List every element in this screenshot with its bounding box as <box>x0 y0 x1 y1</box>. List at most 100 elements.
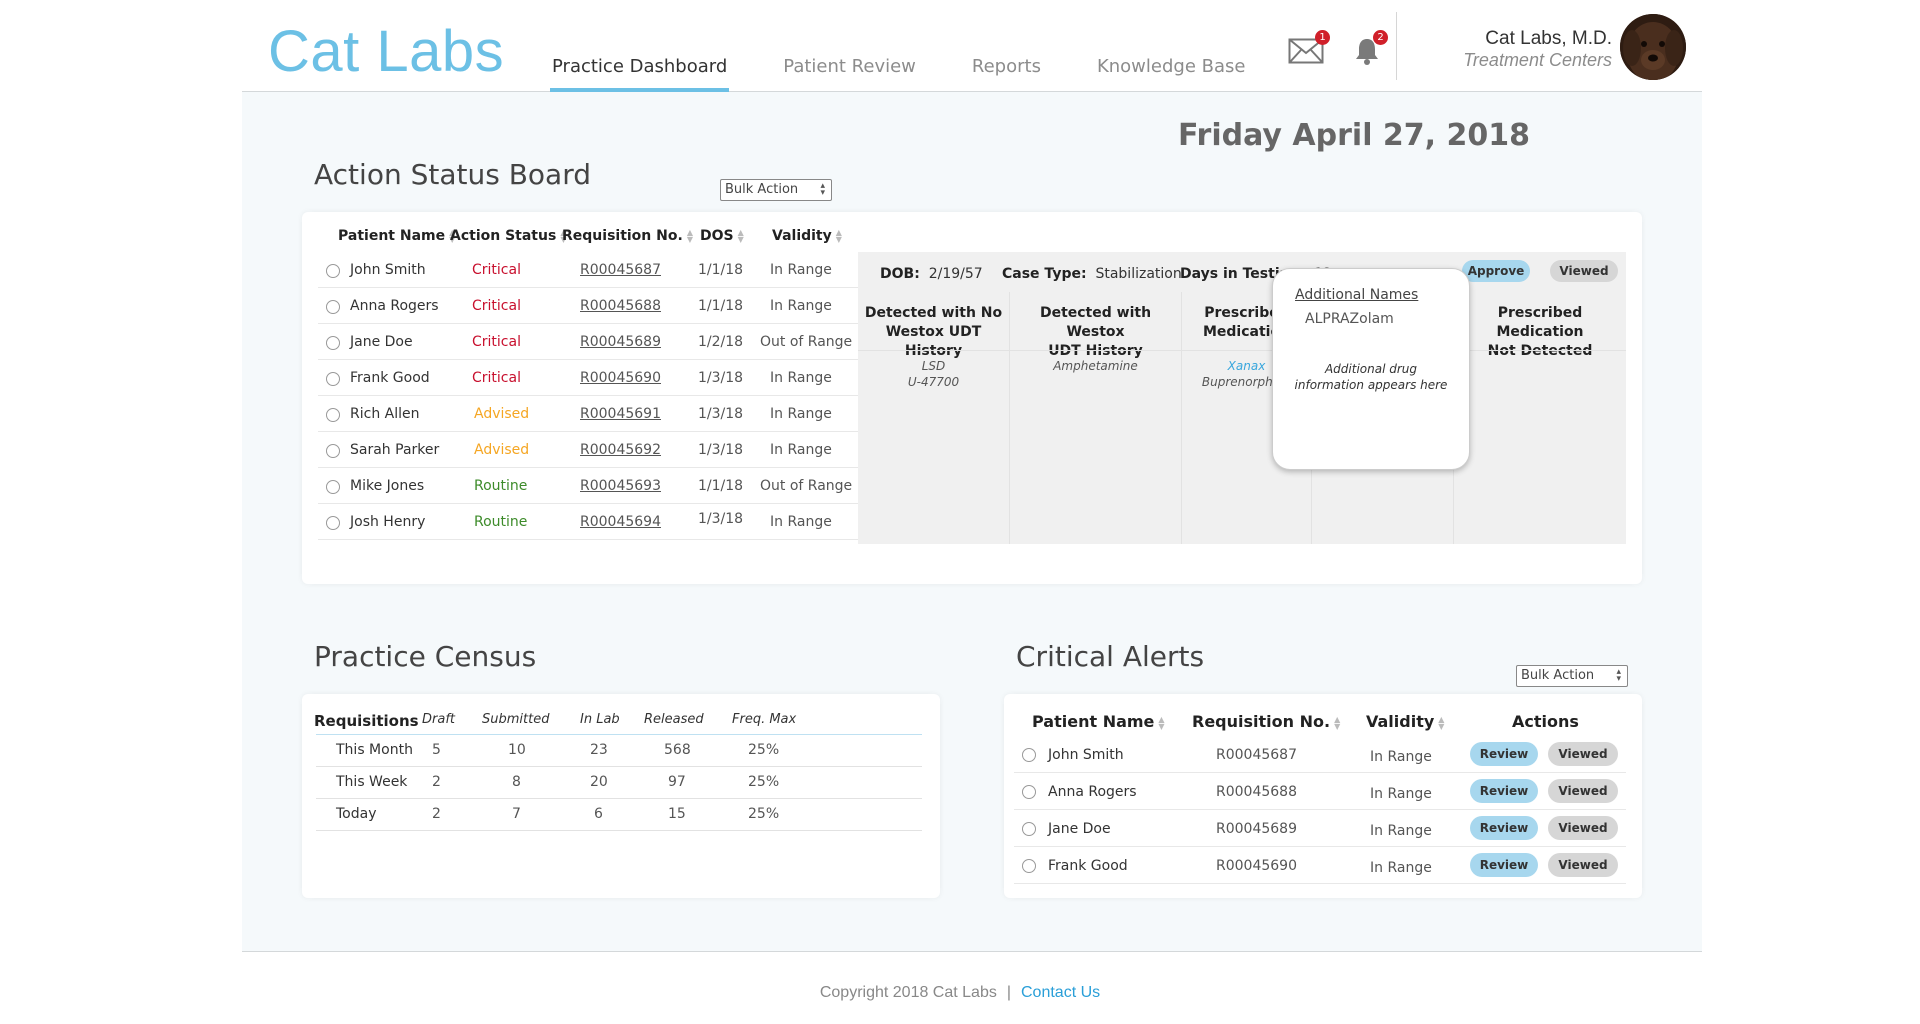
review-button[interactable]: Review <box>1470 816 1538 840</box>
detail-columns: Detected with No Westox UDT History LSD U-… <box>858 292 1626 544</box>
row-radio[interactable] <box>326 516 340 530</box>
validity: Out of Range <box>760 334 853 350</box>
patient-name: Rich Allen <box>350 406 420 422</box>
asb-bulk-action-label: Bulk Action <box>725 182 799 197</box>
table-row[interactable]: Sarah Parker Advised R00045692 1/3/18 In… <box>318 432 858 468</box>
census-submitted: 10 <box>508 742 526 758</box>
validity: In Range <box>1370 786 1432 802</box>
col-requisition-no[interactable]: Requisition No. ▲ ▼ <box>562 228 693 244</box>
asb-bulk-action-select[interactable]: Bulk Action ▴ ▾ <box>720 179 832 201</box>
ca-bulk-action-select[interactable]: Bulk Action ▴ ▾ <box>1516 665 1628 687</box>
requisition-link[interactable]: R00045691 <box>580 406 661 422</box>
nav-knowledge-base[interactable]: Knowledge Base <box>1097 56 1246 92</box>
row-radio[interactable] <box>326 264 340 278</box>
patient-name: Anna Rogers <box>1048 784 1137 800</box>
viewed-button[interactable]: Viewed <box>1548 853 1618 877</box>
requisition-link[interactable]: R00045692 <box>580 442 661 458</box>
col-action-status[interactable]: Action Status ▲ ▼ <box>450 228 566 244</box>
col-released: Released <box>644 712 704 727</box>
col-patient-name[interactable]: Patient Name ▲ ▼ <box>1032 712 1165 731</box>
row-radio[interactable] <box>1022 859 1036 873</box>
row-radio[interactable] <box>1022 748 1036 762</box>
nav-practice-dashboard[interactable]: Practice Dashboard <box>549 56 730 92</box>
col-requisitions: Requisitions <box>314 712 419 730</box>
dos: 1/1/18 <box>698 478 744 494</box>
row-radio[interactable] <box>326 408 340 422</box>
patient-name: Sarah Parker <box>350 442 440 458</box>
row-radio[interactable] <box>326 372 340 386</box>
requisition-link[interactable]: R00045690 <box>580 370 661 386</box>
sort-icon: ▲ ▼ <box>686 228 693 244</box>
table-row[interactable]: Frank Good R00045690 In Range Review Vie… <box>1014 847 1626 884</box>
avatar[interactable] <box>1620 14 1686 80</box>
table-row[interactable]: Rich Allen Advised R00045691 1/3/18 In R… <box>318 396 858 432</box>
row-radio[interactable] <box>1022 822 1036 836</box>
requisition-link[interactable]: R00045688 <box>580 298 661 314</box>
sort-icon: ▲ ▼ <box>1158 714 1165 731</box>
viewed-button[interactable]: Viewed <box>1550 260 1618 282</box>
sort-icon: ▲ ▼ <box>737 228 744 244</box>
col-requisition-no[interactable]: Requisition No. ▲ ▼ <box>1192 712 1340 731</box>
row-radio[interactable] <box>326 480 340 494</box>
row-radio[interactable] <box>1022 785 1036 799</box>
table-row[interactable]: Frank Good Critical R00045690 1/3/18 In … <box>318 360 858 396</box>
requisition-no: R00045688 <box>1216 784 1297 800</box>
approve-button[interactable]: Approve <box>1462 260 1530 282</box>
table-row[interactable]: Anna Rogers Critical R00045688 1/1/18 In… <box>318 288 858 324</box>
row-radio[interactable] <box>326 336 340 350</box>
col-validity[interactable]: Validity ▲ ▼ <box>772 228 842 244</box>
user-name: Cat Labs, M.D. <box>1485 28 1612 49</box>
table-row[interactable]: Mike Jones Routine R00045693 1/1/18 Out … <box>318 468 858 504</box>
col-validity[interactable]: Validity ▲ ▼ <box>1366 712 1444 731</box>
action-status: Critical <box>472 334 521 350</box>
table-row[interactable]: John Smith Critical R00045687 1/1/18 In … <box>318 252 858 288</box>
viewed-button[interactable]: Viewed <box>1548 742 1618 766</box>
select-caret-icon: ▴ ▾ <box>1616 667 1621 684</box>
detail-col-not-detected: Prescribed Medication Not Detected <box>1454 292 1626 544</box>
col-patient-name[interactable]: Patient Name ▲ ▼ <box>338 228 455 244</box>
review-button[interactable]: Review <box>1470 779 1538 803</box>
row-radio[interactable] <box>326 300 340 314</box>
col-in-lab: In Lab <box>580 712 620 727</box>
critical-alerts: Patient Name ▲ ▼ Requisition No. ▲ ▼ Validit… <box>1004 694 1642 898</box>
popup-title[interactable]: Additional Names <box>1295 287 1418 303</box>
viewed-button[interactable]: Viewed <box>1548 779 1618 803</box>
requisition-link[interactable]: R00045687 <box>580 262 661 278</box>
viewed-button[interactable]: Viewed <box>1548 816 1618 840</box>
requisition-link[interactable]: R00045689 <box>580 334 661 350</box>
census-freq: 25% <box>748 774 780 790</box>
patient-name: Jane Doe <box>350 334 413 350</box>
col-dos[interactable]: DOS ▲ ▼ <box>700 228 744 244</box>
contact-us-link[interactable]: Contact Us <box>1021 984 1100 1001</box>
review-button[interactable]: Review <box>1470 742 1538 766</box>
drug-link[interactable]: Xanax <box>1228 359 1266 373</box>
nav-reports[interactable]: Reports <box>972 56 1041 92</box>
row-radio[interactable] <box>326 444 340 458</box>
notifications-button[interactable]: 2 <box>1352 30 1392 66</box>
validity: In Range <box>770 442 832 458</box>
table-row[interactable]: Josh Henry Routine R00045694 1/3/18 In R… <box>318 504 858 540</box>
app-header: Cat Labs Practice Dashboard Patient Revi… <box>242 0 1702 92</box>
popup-info: Additional drug information appears here <box>1294 362 1448 392</box>
review-button[interactable]: Review <box>1470 853 1538 877</box>
census-draft: 5 <box>432 742 441 758</box>
ca-bulk-action-label: Bulk Action <box>1521 668 1595 683</box>
table-row[interactable]: John Smith R00045687 In Range Review Vie… <box>1014 736 1626 773</box>
validity: In Range <box>1370 749 1432 765</box>
mail-button[interactable]: 1 <box>1288 30 1330 66</box>
patient-name: Frank Good <box>1048 858 1128 874</box>
table-row[interactable]: Jane Doe Critical R00045689 1/2/18 Out o… <box>318 324 858 360</box>
census-draft: 2 <box>432 806 441 822</box>
census-row-label: This Month <box>336 742 413 758</box>
table-row[interactable]: Anna Rogers R00045688 In Range Review Vi… <box>1014 773 1626 810</box>
current-date: Friday April 27, 2018 <box>1177 118 1530 153</box>
nav-patient-review[interactable]: Patient Review <box>783 56 916 92</box>
footer: Copyright 2018 Cat Labs | Contact Us <box>0 984 1920 1002</box>
col-submitted: Submitted <box>482 712 550 727</box>
requisition-link[interactable]: R00045693 <box>580 478 661 494</box>
table-row[interactable]: Jane Doe R00045689 In Range Review Viewe… <box>1014 810 1626 847</box>
requisition-link[interactable]: R00045694 <box>580 514 661 530</box>
patient-name: Josh Henry <box>350 514 426 530</box>
census-freq: 25% <box>748 806 780 822</box>
census-in-lab: 6 <box>594 806 603 822</box>
